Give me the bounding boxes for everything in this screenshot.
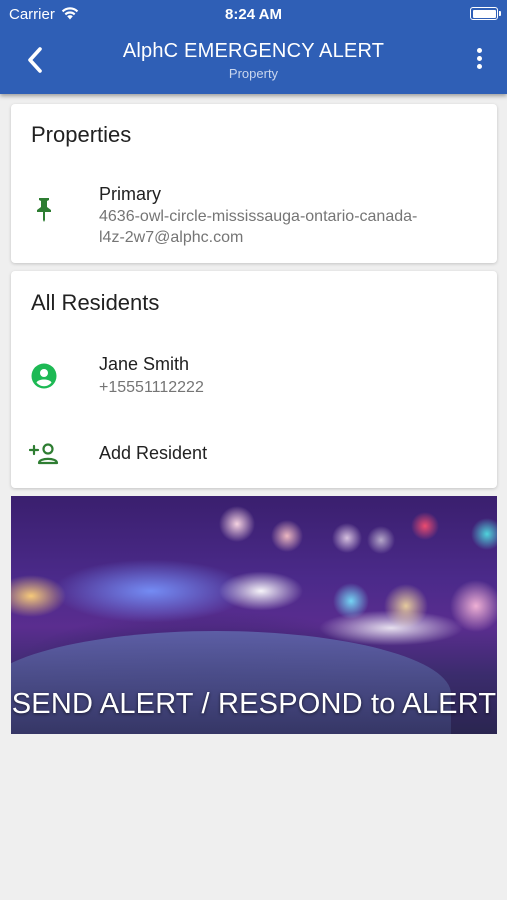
residents-heading: All Residents — [31, 290, 160, 315]
page-title: AlphC EMERGENCY ALERT — [122, 40, 385, 62]
properties-heading: Properties — [31, 122, 132, 147]
add-person-icon — [29, 443, 59, 465]
property-address-line2: l4z-2w7@alphc.com — [99, 229, 244, 246]
battery-icon — [470, 7, 501, 20]
send-alert-banner[interactable]: SEND ALERT / RESPOND to ALERT — [11, 496, 497, 734]
status-bar: Carrier 8:24 AM — [0, 0, 507, 28]
account-circle-icon — [31, 363, 57, 389]
page-subtitle: Property — [228, 66, 279, 81]
property-name: Primary — [99, 184, 161, 204]
residents-card: All Residents Jane Smith +15551112222 Ad… — [11, 271, 497, 488]
back-chevron-icon[interactable] — [22, 44, 50, 76]
send-alert-label: SEND ALERT / RESPOND to ALERT — [11, 688, 497, 720]
resident-phone: +15551112222 — [99, 379, 204, 396]
app-header: Carrier 8:24 AM AlphC EMERGENCY ALERT Pr… — [0, 0, 507, 94]
properties-card: Properties Primary 4636-owl-circle-missi… — [11, 104, 497, 263]
pin-icon — [37, 198, 51, 222]
more-vert-icon[interactable] — [473, 48, 485, 72]
add-resident-label: Add Resident — [99, 443, 208, 463]
status-time: 8:24 AM — [225, 6, 282, 23]
property-address-line1: 4636-owl-circle-mississauga-ontario-cana… — [99, 208, 418, 225]
resident-name: Jane Smith — [99, 354, 190, 374]
